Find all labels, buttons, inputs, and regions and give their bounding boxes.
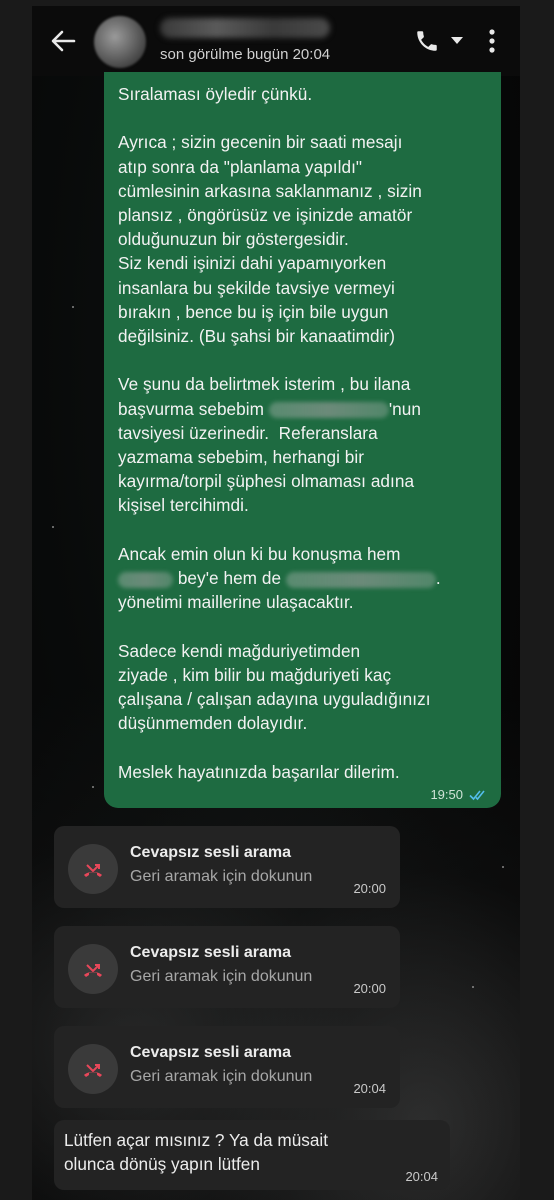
read-double-check-icon [469, 789, 485, 800]
wallpaper-star [92, 786, 94, 788]
chat-header: son görülme bugün 20:04 [32, 6, 520, 76]
missed-call-title: Cevapsız sesli arama [130, 844, 291, 861]
message-time: 20:04 [405, 1169, 438, 1184]
last-seen-status: son görülme bugün 20:04 [160, 46, 331, 63]
message-meta: 19:50 [430, 787, 489, 802]
missed-call-subtitle: Geri aramak için dokunun [130, 1068, 313, 1085]
incoming-message-text: Lütfen açar mısınız ? Ya da müsait olunc… [64, 1130, 328, 1174]
missed-call-time: 20:04 [353, 1081, 386, 1096]
chevron-down-icon[interactable] [450, 36, 464, 46]
missed-call-card[interactable]: Cevapsız sesli arama Geri aramak için do… [54, 826, 400, 908]
missed-call-icon-container [68, 844, 118, 894]
missed-call-subtitle: Geri aramak için dokunun [130, 968, 313, 985]
missed-call-title: Cevapsız sesli arama [130, 944, 291, 961]
contact-name-redacted[interactable] [160, 18, 330, 38]
missed-call-icon [84, 1064, 102, 1077]
arrow-left-icon[interactable] [48, 26, 78, 56]
device-frame-left [0, 0, 32, 1200]
missed-call-title: Cevapsız sesli arama [130, 1044, 291, 1061]
phone-icon[interactable] [414, 28, 440, 54]
missed-call-time: 20:00 [353, 881, 386, 896]
missed-call-icon-container [68, 944, 118, 994]
incoming-message-bubble[interactable]: Lütfen açar mısınız ? Ya da müsait olunc… [54, 1120, 450, 1190]
missed-call-time: 20:00 [353, 981, 386, 996]
redacted-name [118, 571, 173, 588]
missed-call-card[interactable]: Cevapsız sesli arama Geri aramak için do… [54, 926, 400, 1008]
wallpaper-star [72, 306, 74, 308]
device-frame-right [520, 0, 554, 1200]
wallpaper-star [472, 986, 474, 988]
missed-call-icon [84, 964, 102, 977]
avatar[interactable] [94, 16, 146, 68]
redacted-name [268, 402, 389, 419]
wallpaper-star [502, 866, 504, 868]
missed-call-icon [84, 864, 102, 877]
outgoing-message-text: Sıralaması öyledir çünkü. Ayrıca ; sizin… [118, 84, 441, 782]
missed-call-card[interactable]: Cevapsız sesli arama Geri aramak için do… [54, 1026, 400, 1108]
missed-call-subtitle: Geri aramak için dokunun [130, 868, 313, 885]
message-time: 19:50 [430, 787, 463, 802]
outgoing-message-bubble[interactable]: Sıralaması öyledir çünkü. Ayrıca ; sizin… [104, 72, 501, 808]
more-vertical-icon[interactable] [488, 28, 496, 54]
wallpaper-star [52, 526, 54, 528]
missed-call-icon-container [68, 1044, 118, 1094]
redacted-company [285, 571, 436, 588]
